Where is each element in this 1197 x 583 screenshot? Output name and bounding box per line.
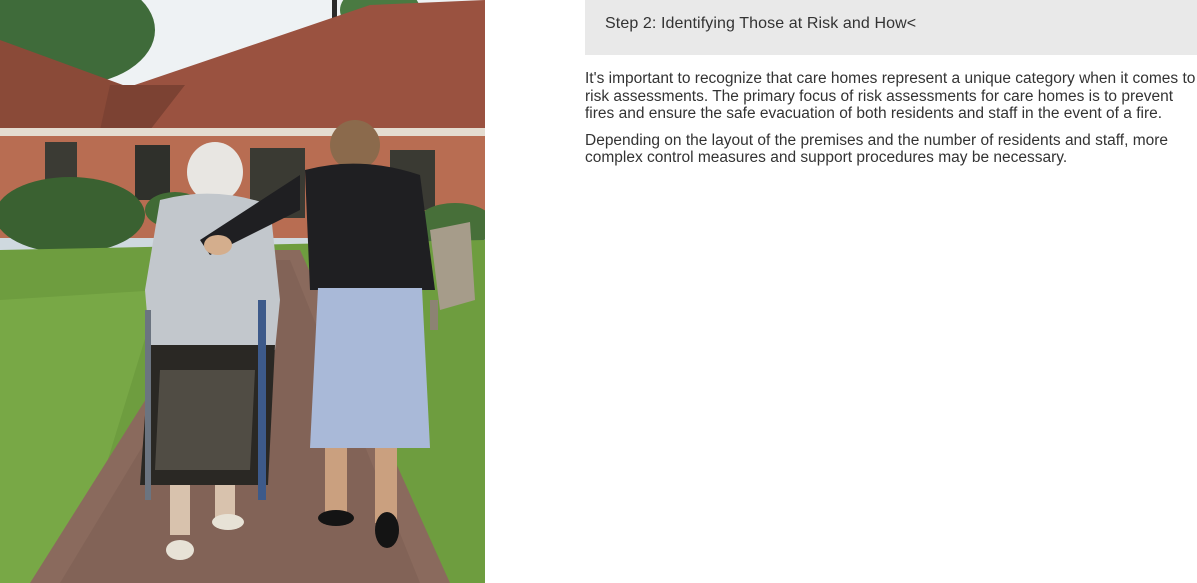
step-paragraph-control-measures: Depending on the layout of the premises … — [585, 131, 1169, 167]
care-home-photo — [0, 0, 485, 583]
step-body: It's important to recognize that care ho… — [585, 70, 1197, 176]
step-paragraph-risk-focus: It's important to recognize that care ho… — [585, 70, 1196, 122]
page: Step 2: Identifying Those at Risk and Ho… — [0, 0, 1197, 583]
step-title: Step 2: Identifying Those at Risk and Ho… — [605, 15, 917, 32]
step-header[interactable]: Step 2: Identifying Those at Risk and Ho… — [585, 0, 1197, 55]
